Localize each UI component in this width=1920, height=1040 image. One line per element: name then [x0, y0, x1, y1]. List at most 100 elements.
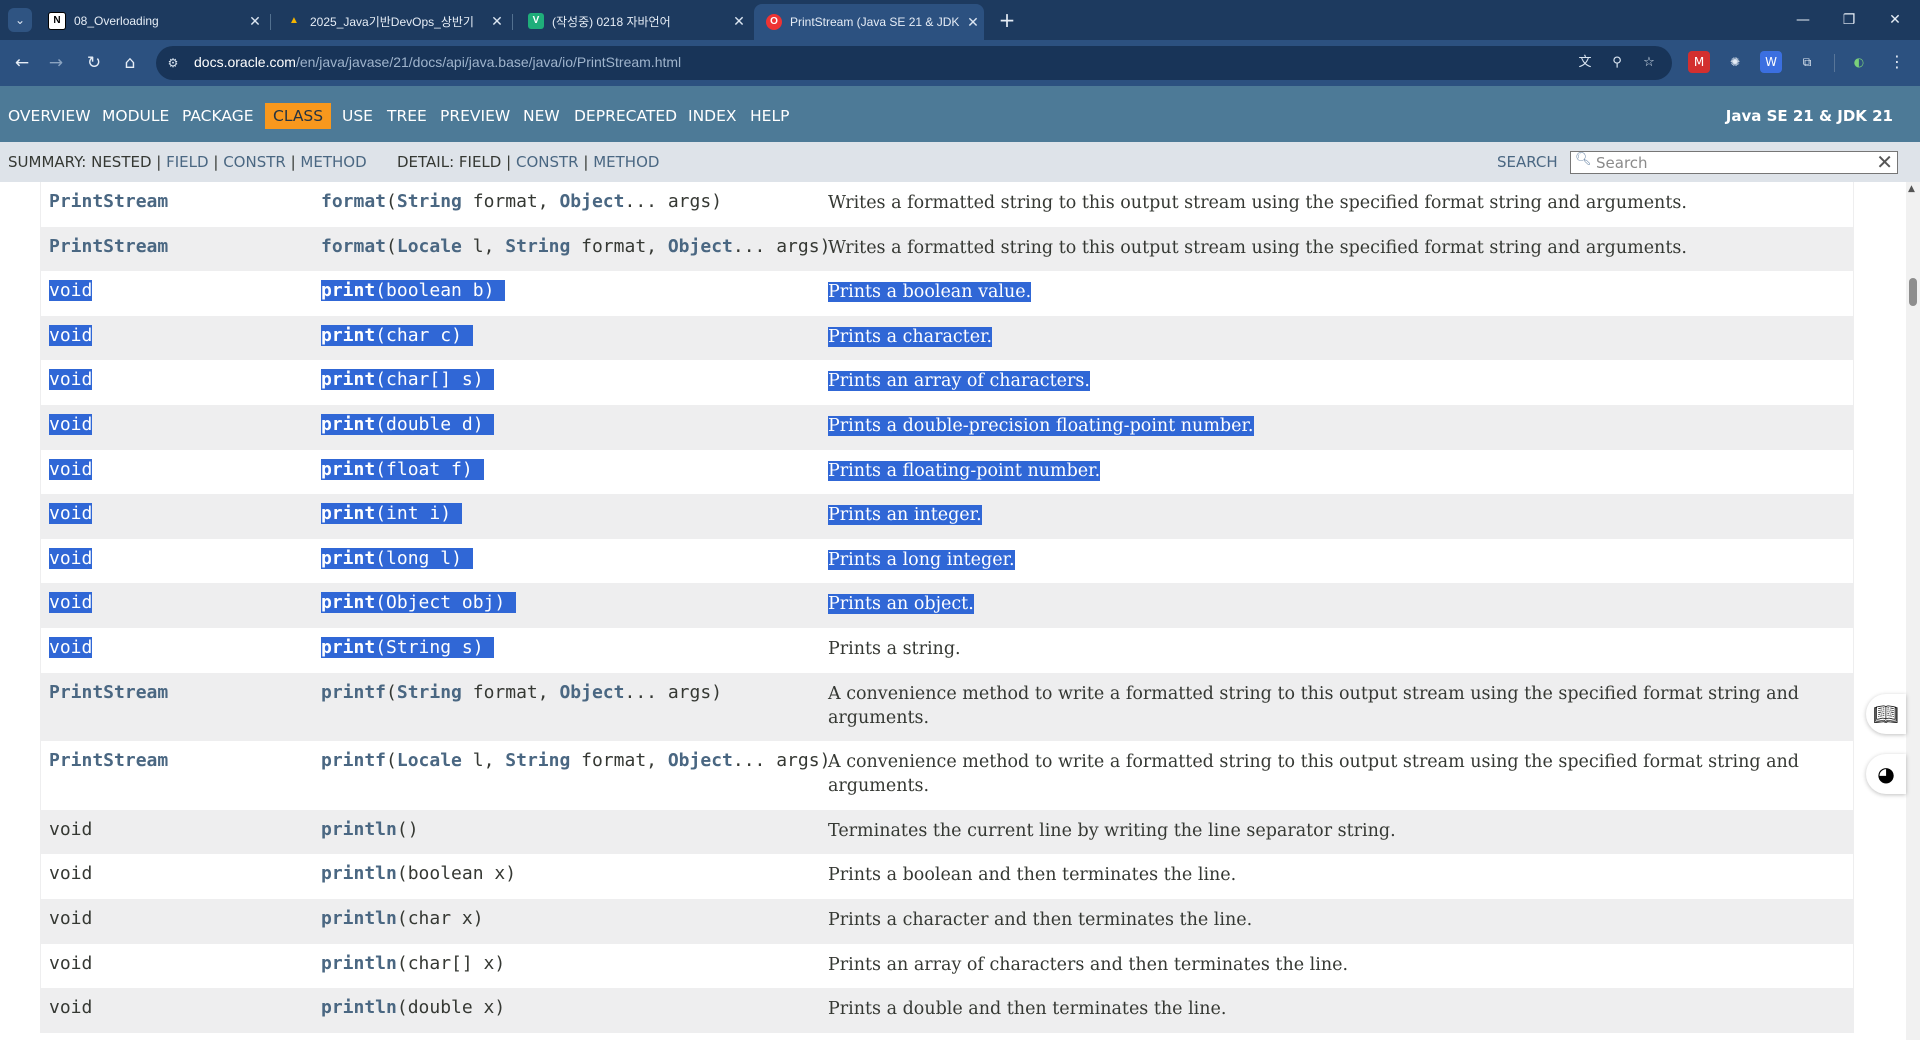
method-name-link[interactable]: print: [321, 637, 375, 658]
method-row: void print(boolean b) Prints a boolean v…: [41, 271, 1853, 316]
method-signature: println(boolean x): [321, 863, 517, 885]
method-return-type[interactable]: PrintStream: [49, 191, 168, 212]
zoom-icon[interactable]: ⚲: [1606, 52, 1628, 74]
search-input[interactable]: 🔍︎ Search ✕: [1570, 150, 1898, 174]
method-name-link[interactable]: println: [321, 997, 397, 1018]
extensions-puzzle-icon[interactable]: ⧉: [1796, 51, 1818, 73]
extension-red-icon[interactable]: M: [1688, 51, 1710, 73]
param-type-link[interactable]: Object: [668, 750, 733, 771]
reload-icon[interactable]: ↻: [80, 49, 108, 77]
method-name-link[interactable]: print: [321, 325, 375, 346]
browser-tab-overloading[interactable]: N 08_Overloading ✕: [36, 6, 266, 36]
method-return-type[interactable]: PrintStream: [49, 750, 168, 771]
param-text: double d: [386, 413, 473, 435]
translate-icon[interactable]: 文: [1574, 52, 1596, 74]
vertical-scrollbar[interactable]: ▲: [1906, 182, 1920, 1040]
nav-package[interactable]: PACKAGE: [182, 103, 254, 129]
method-name-link[interactable]: print: [321, 369, 375, 390]
tab-search-chevron-icon[interactable]: ⌄: [8, 8, 32, 32]
method-name-link[interactable]: format: [321, 236, 386, 257]
param-text: ... args: [732, 235, 820, 257]
method-name-link[interactable]: format: [321, 191, 386, 212]
search-reset-icon[interactable]: ✕: [1876, 150, 1893, 174]
method-return-type: void: [49, 458, 93, 480]
nav-tree[interactable]: TREE: [387, 103, 427, 129]
method-name-link[interactable]: println: [321, 819, 397, 840]
method-return-type[interactable]: PrintStream: [49, 236, 168, 257]
nav-overview[interactable]: OVERVIEW: [8, 103, 91, 129]
tab-title: PrintStream (Java SE 21 & JDK: [790, 15, 960, 29]
site-info-tune-icon[interactable]: ⚙: [164, 54, 182, 72]
method-return-type: void: [49, 952, 93, 974]
close-tab-icon[interactable]: ✕: [728, 13, 750, 30]
extension-w-icon[interactable]: W: [1760, 51, 1782, 73]
minimize-window-icon[interactable]: —: [1780, 6, 1826, 34]
summary-field-link[interactable]: FIELD: [166, 153, 208, 171]
new-tab-plus-icon[interactable]: +: [994, 8, 1020, 32]
reading-mode-book-icon[interactable]: 📖︎: [1866, 694, 1906, 734]
browser-menu-icon[interactable]: ⋮: [1886, 51, 1908, 73]
scroll-up-arrow-icon[interactable]: ▲: [1908, 184, 1915, 194]
description-text: Prints a boolean value.: [828, 282, 1032, 303]
back-arrow-icon[interactable]: ←: [8, 49, 36, 77]
detail-field-link[interactable]: FIELD: [459, 153, 501, 171]
method-name-link[interactable]: print: [321, 548, 375, 569]
nav-deprecated[interactable]: DEPRECATED: [574, 103, 677, 129]
method-return-type: void: [49, 818, 93, 840]
method-return-type[interactable]: PrintStream: [49, 682, 168, 703]
assistant-orb-icon[interactable]: ◕: [1866, 754, 1906, 794]
address-bar[interactable]: ⚙ docs.oracle.com/en/java/javase/21/docs…: [156, 46, 1672, 80]
detail-method-link[interactable]: METHOD: [593, 153, 659, 171]
nav-preview[interactable]: PREVIEW: [440, 103, 510, 129]
method-name-link[interactable]: print: [321, 592, 375, 613]
close-tab-icon[interactable]: ✕: [486, 13, 508, 30]
method-name-link[interactable]: println: [321, 863, 397, 884]
nav-help[interactable]: HELP: [750, 103, 789, 129]
restore-window-icon[interactable]: ❐: [1826, 6, 1872, 34]
method-name-link[interactable]: println: [321, 908, 397, 929]
home-icon[interactable]: ⌂: [116, 49, 144, 77]
method-name-link[interactable]: printf: [321, 682, 386, 703]
summary-constr-link[interactable]: CONSTR: [223, 153, 286, 171]
method-name-link[interactable]: print: [321, 459, 375, 480]
close-tab-icon[interactable]: ✕: [962, 14, 984, 31]
detail-constr-link[interactable]: CONSTR: [516, 153, 579, 171]
param-type-link[interactable]: Locale: [397, 236, 462, 257]
browser-tab-java-language[interactable]: V (작성중) 0218 자바언어 ✕: [516, 6, 750, 36]
param-type-link[interactable]: String: [397, 191, 462, 212]
scrollbar-thumb[interactable]: [1909, 278, 1917, 306]
nav-module[interactable]: MODULE: [102, 103, 169, 129]
method-signature: print(Object obj): [321, 592, 517, 614]
summary-label: SUMMARY: NESTED |: [8, 153, 162, 171]
extension-atom-icon[interactable]: ✺: [1724, 51, 1746, 73]
summary-method-link[interactable]: METHOD: [300, 153, 366, 171]
tab-title: 08_Overloading: [74, 14, 159, 28]
forward-arrow-icon[interactable]: →: [42, 49, 70, 77]
detail-links: DETAIL: FIELD | CONSTR | METHOD: [397, 153, 659, 171]
close-window-icon[interactable]: ✕: [1872, 6, 1918, 34]
browser-tab-devops[interactable]: ▲ 2025_Java기반DevOps_상반기 ✕: [274, 6, 508, 36]
method-name-link[interactable]: print: [321, 414, 375, 435]
param-type-link[interactable]: String: [397, 682, 462, 703]
param-type-link[interactable]: Locale: [397, 750, 462, 771]
param-type-link[interactable]: Object: [559, 191, 624, 212]
method-description: Prints an integer.: [828, 503, 1838, 527]
param-type-link[interactable]: String: [505, 236, 570, 257]
nav-use[interactable]: USE: [342, 103, 373, 129]
param-type-link[interactable]: Object: [668, 236, 733, 257]
browser-tab-printstream[interactable]: O PrintStream (Java SE 21 & JDK ✕: [754, 4, 984, 40]
method-name-link[interactable]: print: [321, 503, 375, 524]
method-name-link[interactable]: print: [321, 280, 375, 301]
nav-new[interactable]: NEW: [523, 103, 560, 129]
bookmark-star-icon[interactable]: ☆: [1638, 52, 1660, 74]
method-name-link[interactable]: println: [321, 953, 397, 974]
param-type-link[interactable]: String: [505, 750, 570, 771]
url-text[interactable]: docs.oracle.com/en/java/javase/21/docs/a…: [194, 54, 681, 70]
method-description: A convenience method to write a formatte…: [828, 682, 1838, 730]
close-tab-icon[interactable]: ✕: [244, 13, 266, 30]
nav-index[interactable]: INDEX: [688, 103, 737, 129]
profile-avatar-icon[interactable]: ◐: [1848, 51, 1870, 73]
param-type-link[interactable]: Object: [559, 682, 624, 703]
detail-label: DETAIL:: [397, 153, 455, 171]
method-name-link[interactable]: printf: [321, 750, 386, 771]
